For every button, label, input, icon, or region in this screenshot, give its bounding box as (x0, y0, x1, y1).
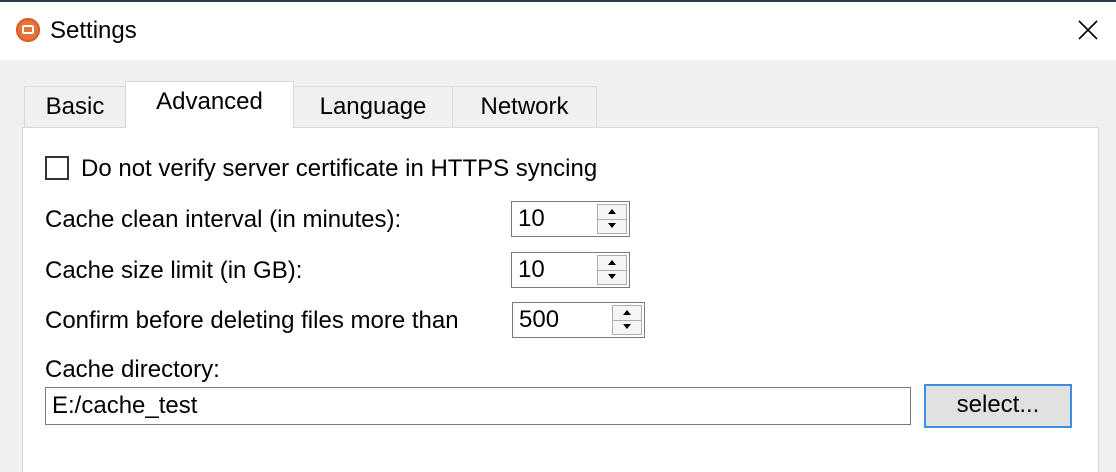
confirm-delete-label: Confirm before deleting files more than (45, 307, 459, 334)
cache-clean-interval-input[interactable] (512, 202, 596, 236)
tab-network[interactable]: Network (452, 86, 597, 127)
confirm-delete-spinbox[interactable] (512, 302, 645, 338)
cache-directory-label: Cache directory: (45, 356, 220, 383)
close-icon (1078, 20, 1098, 40)
close-button[interactable] (1060, 2, 1116, 58)
spin-down-arrow-icon[interactable] (598, 219, 626, 233)
confirm-delete-stepper[interactable] (612, 305, 642, 335)
title-bar[interactable]: Settings (0, 2, 1116, 60)
verify-cert-label[interactable]: Do not verify server certificate in HTTP… (81, 154, 597, 184)
cache-clean-interval-stepper[interactable] (597, 204, 627, 234)
spin-down-arrow-icon[interactable] (613, 320, 641, 334)
tab-basic[interactable]: Basic (24, 86, 126, 127)
window-title: Settings (50, 17, 137, 44)
cache-directory-input[interactable] (45, 387, 911, 425)
cache-clean-interval-label: Cache clean interval (in minutes): (45, 206, 402, 233)
tab-advanced[interactable]: Advanced (125, 81, 294, 128)
verify-cert-checkbox[interactable] (45, 156, 69, 180)
spin-up-arrow-icon[interactable] (598, 205, 626, 220)
spin-up-arrow-icon[interactable] (598, 256, 626, 271)
spin-down-arrow-icon[interactable] (598, 270, 626, 284)
settings-window: Settings Basic Advanced Language Network… (0, 0, 1116, 472)
cache-size-limit-stepper[interactable] (597, 255, 627, 285)
cache-size-limit-spinbox[interactable] (511, 252, 630, 288)
cache-clean-interval-spinbox[interactable] (511, 201, 630, 237)
advanced-panel: Do not verify server certificate in HTTP… (22, 127, 1099, 472)
confirm-delete-input[interactable] (513, 303, 611, 337)
tab-language[interactable]: Language (293, 86, 453, 127)
spin-up-arrow-icon[interactable] (613, 306, 641, 321)
select-directory-button[interactable]: select... (924, 384, 1072, 428)
cache-size-limit-label: Cache size limit (in GB): (45, 257, 303, 284)
cache-size-limit-input[interactable] (512, 253, 596, 287)
seafile-logo-icon (16, 18, 40, 42)
